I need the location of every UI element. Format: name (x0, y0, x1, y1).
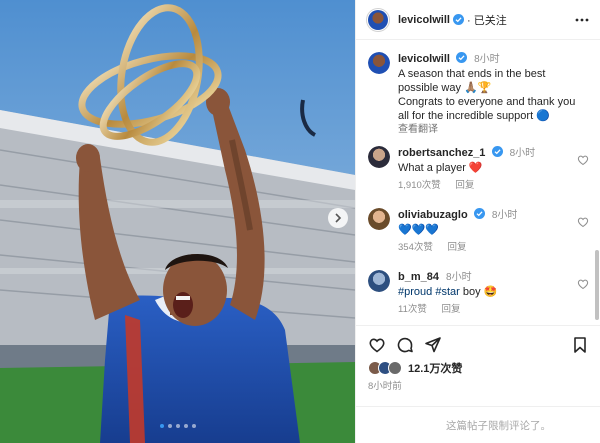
comments-disabled-notice: 这篇帖子限制评论了。 (356, 406, 600, 443)
reply-button[interactable]: 回复 (448, 242, 467, 253)
caption-line: possible way 🙏🏽🏆 (398, 82, 492, 94)
verified-icon (456, 52, 468, 63)
verified-icon (491, 146, 503, 157)
comments-list[interactable]: levicolwill 8小时 A season that ends in th… (356, 50, 600, 320)
carousel-dot (168, 424, 172, 428)
commenter-avatar[interactable] (368, 270, 390, 292)
comment-likes[interactable]: 354次赞 (398, 242, 433, 253)
comment-time: 8小时 (446, 272, 472, 283)
author-avatar-small[interactable] (368, 52, 390, 74)
comment-icon[interactable] (396, 336, 414, 354)
comment-username[interactable]: b_m_84 (398, 271, 439, 283)
comment-text: boy 🤩 (462, 286, 498, 298)
comment-username[interactable]: robertsanchez_1 (398, 147, 485, 159)
carousel-next-button[interactable] (328, 208, 348, 228)
like-count[interactable]: 12.1万次赞 (408, 360, 462, 376)
more-icon[interactable] (575, 13, 589, 27)
carousel-dot (176, 424, 180, 428)
comment-time: 8小时 (509, 148, 536, 159)
carousel-dot (184, 424, 188, 428)
caption-line: all for the incredible support 🔵 (398, 110, 550, 122)
post-side-panel: levicolwill · 已关注 levicolwill 8小时 A seas… (355, 0, 600, 443)
trophy-celebration-image (0, 0, 355, 443)
hashtag-link[interactable]: #proud (398, 286, 432, 298)
chevron-right-icon (335, 213, 342, 223)
heart-outline-icon[interactable] (577, 278, 589, 290)
comments-scrollbar[interactable] (595, 250, 599, 320)
post-header: levicolwill · 已关注 (356, 0, 600, 40)
heart-outline-icon[interactable] (577, 216, 589, 228)
comment-username[interactable]: oliviabuzaglo (398, 209, 468, 221)
comment-time: 8小时 (491, 210, 518, 221)
heart-outline-icon[interactable] (368, 336, 386, 354)
caption-line: A season that ends in the best (398, 68, 546, 80)
likers-row[interactable]: 12.1万次赞 (368, 360, 462, 376)
post-timestamp: 8小时前 (368, 381, 402, 392)
share-icon[interactable] (424, 336, 442, 354)
caption-username[interactable]: levicolwill (398, 53, 450, 65)
carousel-dot-active (160, 424, 164, 428)
carousel-dot (192, 424, 196, 428)
heart-outline-icon[interactable] (577, 154, 589, 166)
comment-text: 💙💙💙 (398, 224, 440, 236)
see-translation-link[interactable]: 查看翻译 (398, 123, 598, 137)
author-username[interactable]: levicolwill (398, 14, 450, 26)
comment-text: What a player ❤️ (398, 162, 483, 174)
reply-button[interactable]: 回复 (455, 180, 474, 191)
comment-likes[interactable]: 11次赞 (398, 304, 427, 315)
bookmark-icon[interactable] (571, 336, 589, 354)
comment-likes[interactable]: 1,910次赞 (398, 180, 441, 191)
verified-icon (452, 14, 464, 25)
commenter-avatar[interactable] (368, 208, 390, 230)
carousel-dots (160, 424, 196, 428)
caption-time: 8小时 (474, 54, 500, 65)
liker-avatar (388, 361, 402, 375)
follow-state[interactable]: · 已关注 (467, 12, 507, 28)
post-photo[interactable] (0, 0, 355, 443)
reply-button[interactable]: 回复 (442, 304, 461, 315)
post-modal: levicolwill · 已关注 levicolwill 8小时 A seas… (0, 0, 600, 443)
hashtag-link[interactable]: #star (435, 286, 459, 298)
commenter-avatar[interactable] (368, 146, 390, 168)
caption-line: Congrats to everyone and thank you (398, 96, 576, 108)
post-actions: 12.1万次赞 8小时前 这篇帖子限制评论了。 (356, 325, 600, 443)
author-avatar[interactable] (366, 7, 390, 32)
verified-icon (473, 208, 485, 219)
